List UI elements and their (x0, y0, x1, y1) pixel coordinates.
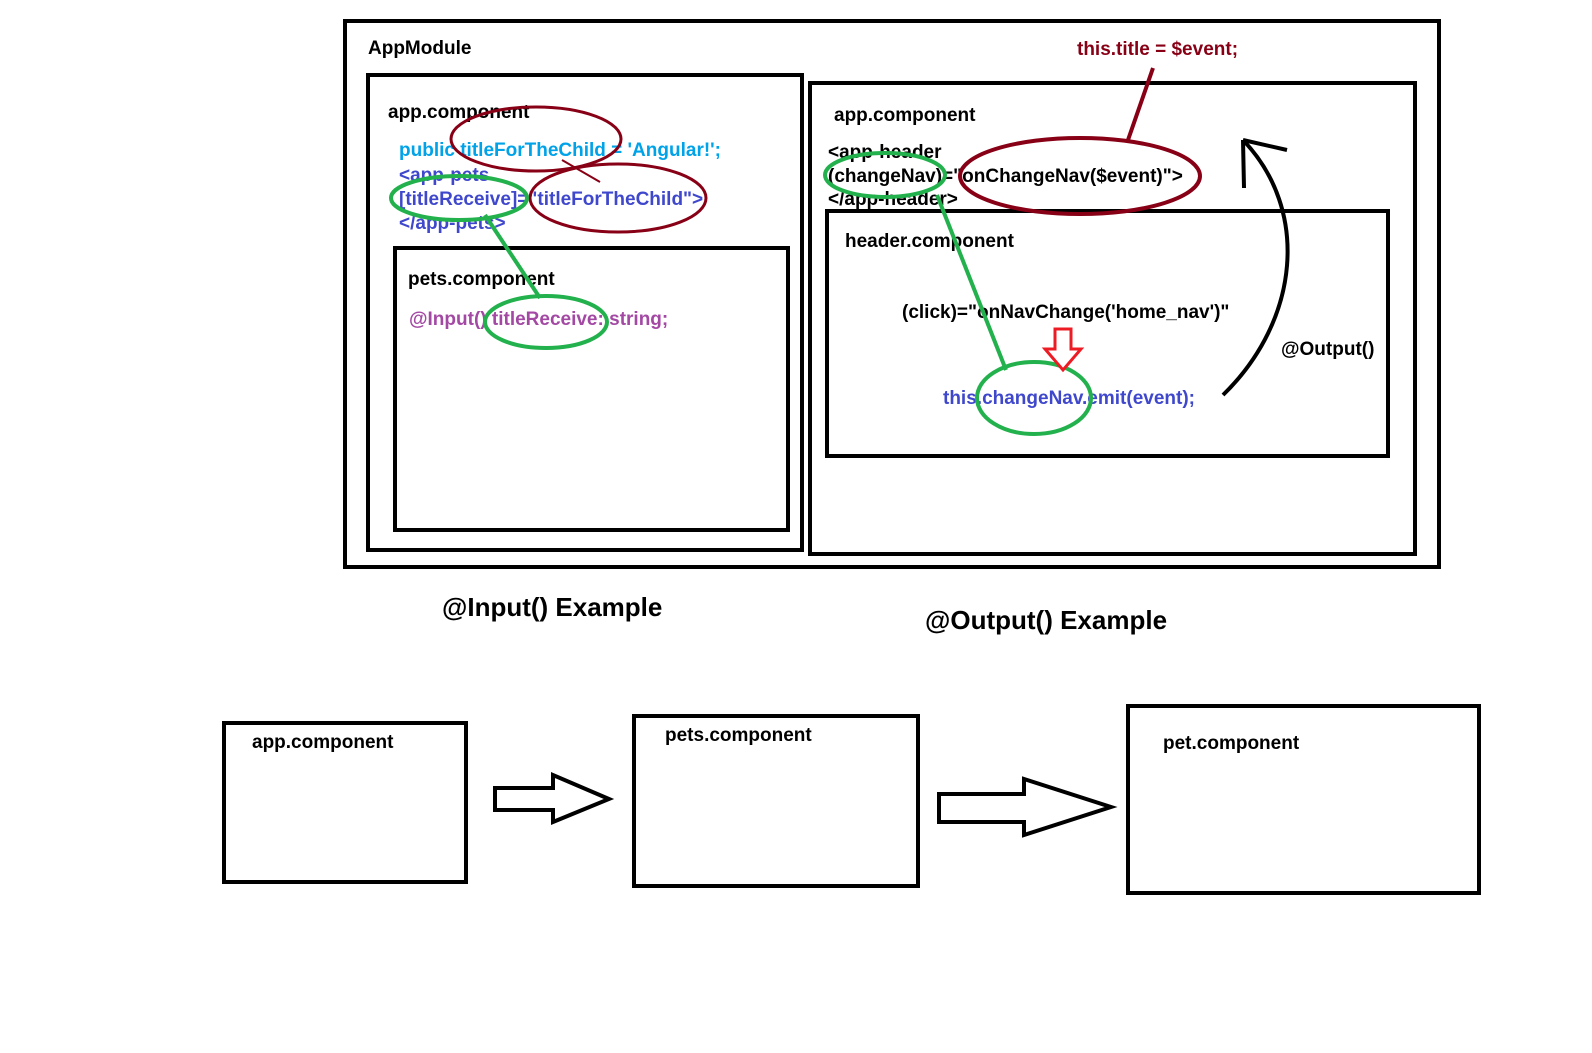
public-keyword: public (399, 140, 455, 161)
title-receive-type: : string; (597, 309, 669, 330)
output-app-component-label: app.component (834, 105, 976, 126)
title-for-child-name: titleForTheChild (460, 140, 606, 161)
pets-input-line: @Input() titleReceive: string; (409, 310, 668, 329)
flow-label-pet-component: pet.component (1163, 733, 1300, 754)
input-decorator: @Input() (409, 309, 487, 330)
binding-equals: = (517, 189, 529, 210)
on-change-nav-handler: "onChangeNav($event)"> (953, 166, 1183, 187)
flow-label-app-component: app.component (252, 732, 394, 753)
input-code-line-2: <app-pets (399, 165, 490, 186)
input-example-caption: @Input() Example (442, 592, 663, 622)
output-example-caption: @Output() Example (925, 605, 1168, 635)
header-component-label: header.component (845, 231, 1014, 252)
output-code-line-1: <app-header (828, 142, 942, 163)
pets-component-label: pets.component (408, 269, 555, 290)
flow-arrow-1-icon (493, 771, 615, 825)
input-code-line-3: [titleReceive]="titleForTheChild"> (399, 190, 703, 209)
change-nav-event: (changeNav) (828, 166, 943, 187)
output-code-line-2: (changeNav)="onChangeNav($event)"> (828, 167, 1183, 186)
title-receive-prop: titleReceive (491, 309, 598, 330)
emit-line: this.changeNav.emit(event); (943, 389, 1195, 408)
emit-suffix: .emit(event); (1082, 388, 1195, 409)
output-code-line-3: </app-header> (828, 189, 958, 210)
binding-value: "titleForTheChild"> (528, 189, 704, 210)
click-binding-line: (click)="onNavChange('home_nav')" (902, 302, 1230, 323)
output-decorator-label: @Output() (1281, 339, 1375, 360)
flow-label-pets-component: pets.component (665, 725, 812, 746)
input-code-line-4: </app-pets> (399, 213, 506, 234)
emit-prefix: this. (943, 388, 983, 409)
input-app-component-label: app.component (388, 102, 530, 123)
input-code-line-1: public titleForTheChild = 'Angular!'; (399, 141, 721, 160)
flow-arrow-2-icon (937, 776, 1118, 838)
emit-change-nav: changeNav (982, 388, 1083, 409)
event-equals: = (942, 166, 954, 187)
app-module-label: AppModule (368, 38, 472, 59)
title-for-child-value: = 'Angular!'; (605, 140, 722, 161)
title-assignment: this.title = $event; (1077, 39, 1239, 60)
title-receive-binding: [titleReceive] (399, 189, 518, 210)
